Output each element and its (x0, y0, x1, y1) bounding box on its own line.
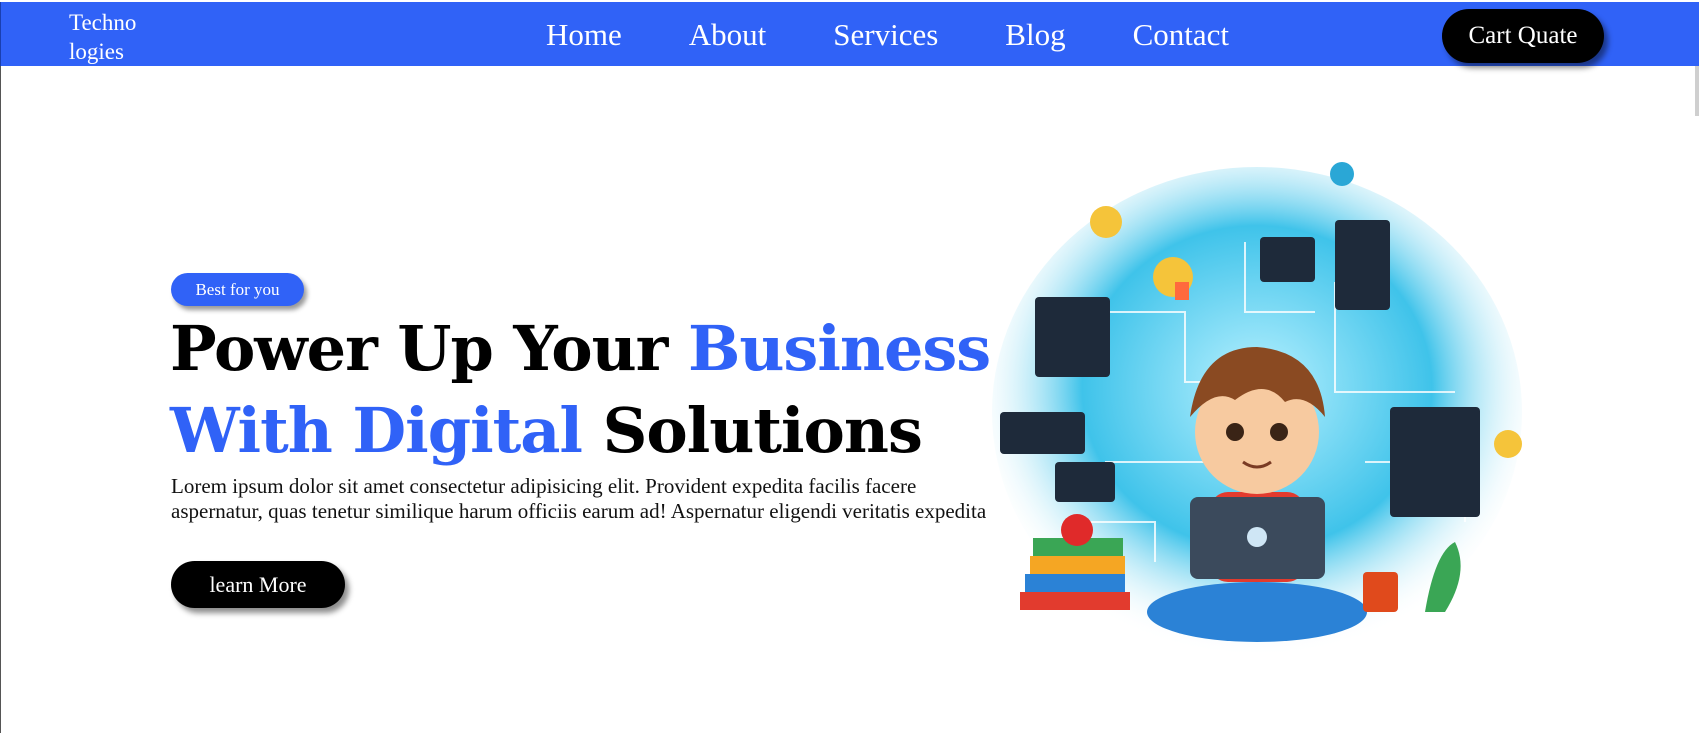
cart-quote-button[interactable]: Cart Quate (1442, 9, 1604, 63)
logo-line-2: logies (69, 39, 124, 64)
nav-link-home[interactable]: Home (546, 16, 622, 54)
brand-logo[interactable]: Techno logies (69, 8, 159, 66)
hero-badge: Best for you (171, 273, 304, 306)
hero-illustration (992, 162, 1522, 657)
learn-more-button[interactable]: learn More (171, 561, 345, 608)
headline-part-4: Solutions (581, 394, 923, 467)
scrollbar[interactable] (1695, 66, 1699, 116)
logo-line-1: Techno (69, 10, 137, 35)
nav-link-services[interactable]: Services (833, 16, 938, 54)
hero-description: Lorem ipsum dolor sit amet consectetur a… (171, 474, 987, 523)
nav-link-blog[interactable]: Blog (1005, 16, 1065, 54)
navbar: Techno logies Home About Services Blog C… (0, 2, 1699, 66)
hero-headline: Power Up Your Business With Digital Solu… (170, 308, 991, 472)
headline-part-2: Business (687, 312, 991, 385)
page-edge (0, 66, 1, 733)
nav-link-about[interactable]: About (689, 16, 767, 54)
nav-link-contact[interactable]: Contact (1133, 16, 1229, 54)
headline-part-1: Power Up Your (170, 312, 688, 385)
nav-links: Home About Services Blog Contact (546, 16, 1229, 54)
headline-part-3: With Digital (170, 394, 583, 467)
